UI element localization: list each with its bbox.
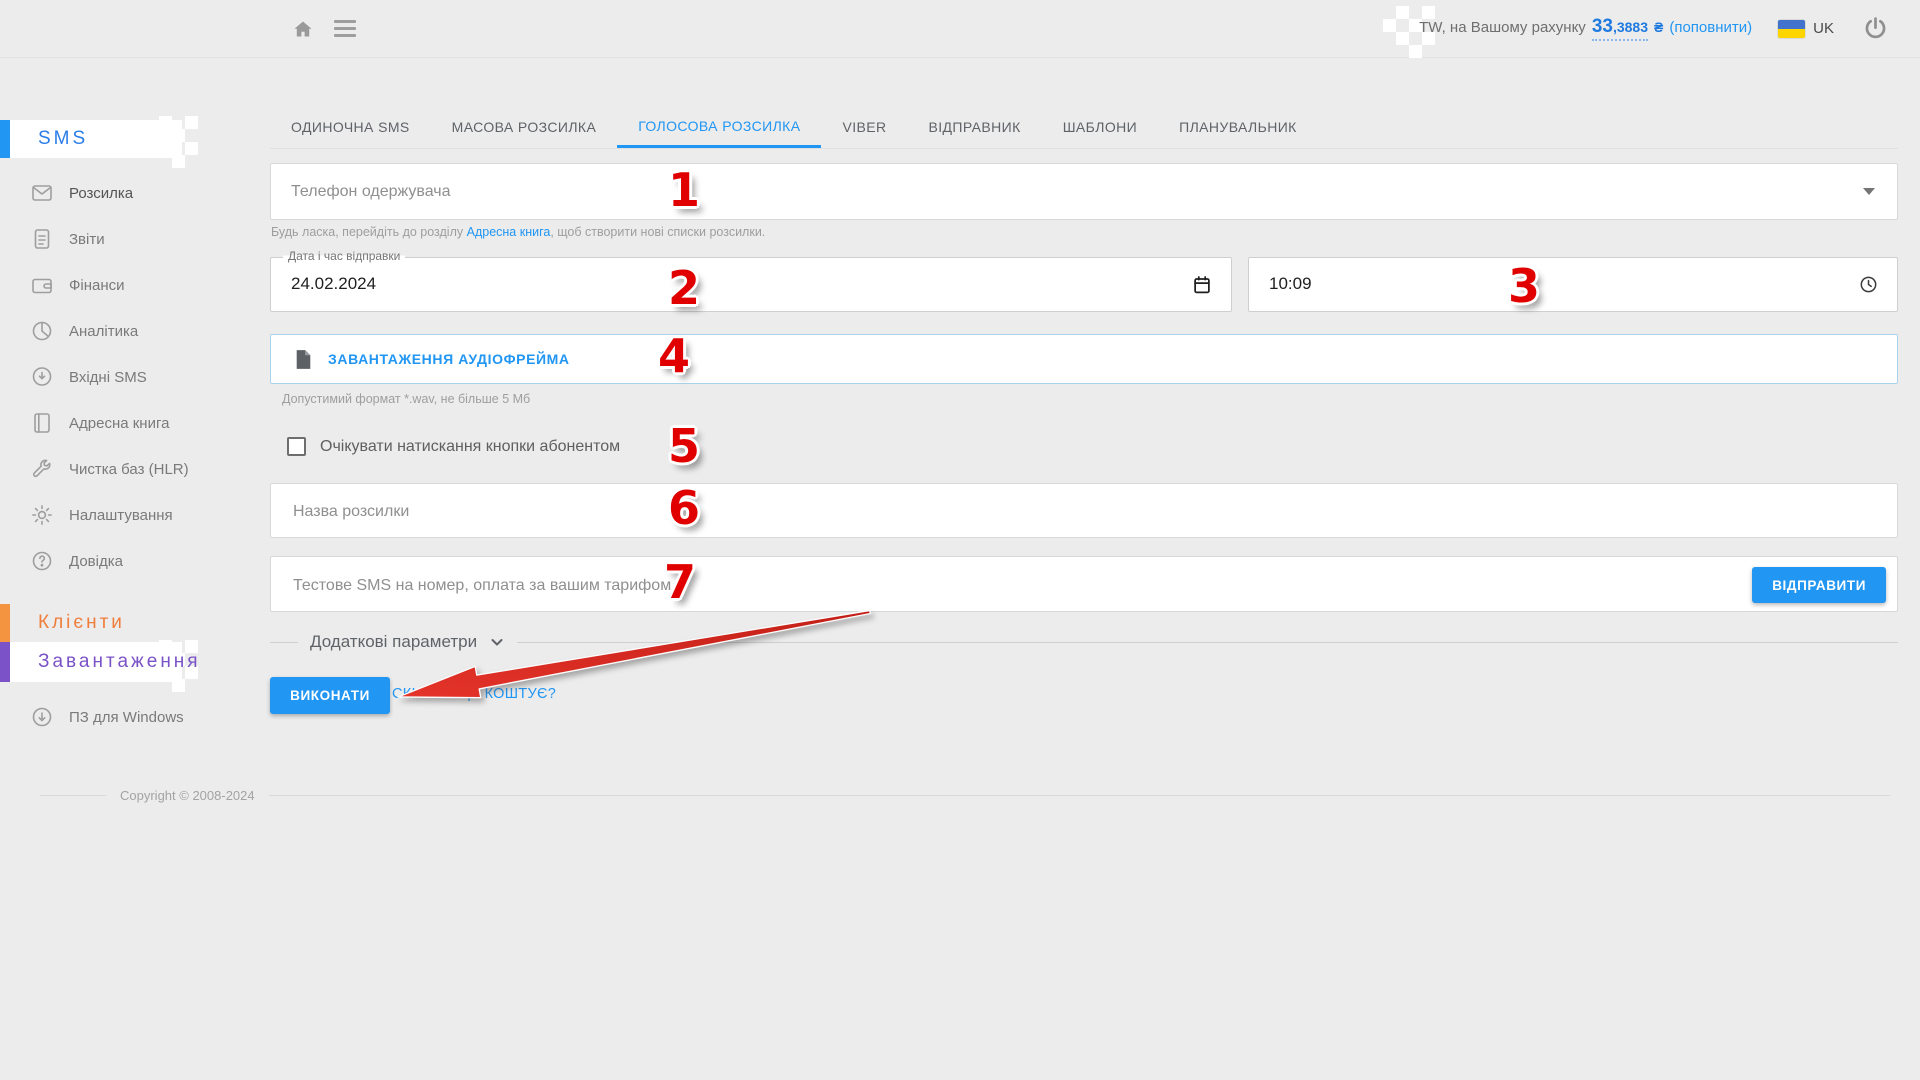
step-badge-5: 5: [668, 424, 700, 468]
copyright-text: Copyright © 2008-2024: [120, 788, 255, 803]
tab-planuvalnyk[interactable]: ПЛАНУВАЛЬНИК: [1158, 107, 1318, 148]
language-label: UK: [1813, 20, 1834, 37]
section-label: Клієнти: [0, 612, 125, 634]
account-area: TW, на Вашому рахунку 33,3883 ₴ (поповни…: [1419, 0, 1890, 57]
sidebar-item-label: ПЗ для Windows: [69, 709, 184, 726]
sidebar-item-label: Фінанси: [69, 277, 125, 294]
recipient-hint: Будь ласка, перейдіть до розділу Адресна…: [271, 225, 765, 239]
tab-shablony[interactable]: ШАБЛОНИ: [1042, 107, 1158, 148]
tab-masova-rozsylka[interactable]: МАСОВА РОЗСИЛКА: [431, 107, 618, 148]
section-label: Завантаження: [0, 651, 201, 673]
address-book-link[interactable]: Адресна книга: [467, 225, 551, 239]
step-badge-6: 6: [668, 486, 700, 530]
wallet-icon: [30, 273, 54, 297]
execute-button[interactable]: ВИКОНАТИ: [270, 677, 390, 714]
send-test-button[interactable]: ВІДПРАВИТИ: [1752, 567, 1886, 603]
sidebar-item-label: Налаштування: [69, 507, 173, 524]
sidebar-item-windows-software[interactable]: ПЗ для Windows: [30, 702, 215, 732]
app-root: TW, на Вашому рахунку 33,3883 ₴ (поповни…: [0, 0, 1920, 1080]
datetime-group-label: Дата і час відправки: [283, 249, 405, 263]
sidebar-item-label: Розсилка: [69, 185, 133, 202]
recipient-phone-placeholder: Телефон одержувача: [291, 183, 450, 201]
sidebar-item-zvity[interactable]: Звіти: [30, 224, 215, 254]
language-selector[interactable]: UK: [1778, 20, 1834, 38]
step-badge-4: 4: [658, 334, 690, 378]
report-icon: [30, 227, 54, 251]
home-button[interactable]: [288, 14, 318, 44]
tab-golosova-rozsylka[interactable]: ГОЛОСОВА РОЗСИЛКА: [617, 107, 821, 148]
topup-link[interactable]: (поповнити): [1669, 19, 1752, 36]
help-icon: [30, 549, 54, 573]
section-label: SMS: [0, 128, 88, 150]
sidebar-item-dovidka[interactable]: Довідка: [30, 546, 215, 576]
sidebar-section-clients[interactable]: Клієнти: [0, 604, 200, 642]
inbox-message-icon: [30, 365, 54, 389]
campaign-name-field: [270, 483, 1898, 538]
download-icon: [30, 705, 54, 729]
date-input[interactable]: Дата і час відправки 24.02.2024: [270, 257, 1232, 312]
chevron-down-icon: [1863, 188, 1875, 195]
logout-button[interactable]: [1860, 14, 1890, 44]
balance-prefix: TW, на Вашому рахунку: [1419, 19, 1586, 36]
sidebar-section-sms[interactable]: SMS: [0, 120, 200, 158]
date-value: 24.02.2024: [291, 274, 376, 294]
balance: TW, на Вашому рахунку 33,3883 ₴ (поповни…: [1419, 16, 1752, 41]
upload-hint: Допустимий формат *.wav, не більше 5 Мб: [282, 392, 530, 406]
top-bar: TW, на Вашому рахунку 33,3883 ₴ (поповни…: [0, 0, 1920, 58]
sidebar-item-vhidni-sms[interactable]: Вхідні SMS: [30, 362, 215, 392]
sidebar-item-adresna-knyga[interactable]: Адресна книга: [30, 408, 215, 438]
pie-chart-icon: [30, 319, 54, 343]
balance-amount[interactable]: 33,3883: [1592, 16, 1648, 41]
step-badge-3: 3: [1508, 264, 1540, 308]
sidebar-item-label: Довідка: [69, 553, 123, 570]
upload-audio-label: ЗАВАНТАЖЕННЯ АУДІОФРЕЙМА: [328, 351, 570, 367]
sidebar-item-analityka[interactable]: Аналітика: [30, 316, 215, 346]
sidebar-item-nalashtuvannya[interactable]: Налаштування: [30, 500, 215, 530]
sidebar-item-label: Адресна книга: [69, 415, 169, 432]
tab-bar: ОДИНОЧНА SMS МАСОВА РОЗСИЛКА ГОЛОСОВА РО…: [270, 107, 1898, 149]
step-badge-2: 2: [668, 266, 700, 310]
sidebar-item-label: Звіти: [69, 231, 105, 248]
power-icon: [1862, 15, 1889, 42]
gear-icon: [30, 503, 54, 527]
currency-symbol: ₴: [1654, 19, 1663, 35]
ukraine-flag-icon: [1778, 20, 1805, 38]
envelope-icon: [30, 181, 54, 205]
file-icon: [295, 349, 312, 370]
sidebar-item-label: Чистка баз (HLR): [69, 461, 189, 478]
wait-keypress-checkbox[interactable]: [287, 437, 306, 456]
tab-odynochna-sms[interactable]: ОДИНОЧНА SMS: [270, 107, 431, 148]
recipient-phone-select[interactable]: Телефон одержувача: [270, 163, 1898, 220]
wait-keypress-label: Очікувати натискання кнопки абонентом: [320, 438, 620, 456]
sidebar-section-downloads[interactable]: Завантаження: [0, 642, 200, 682]
copyright: Copyright © 2008-2024: [40, 788, 1890, 803]
step-badge-1: 1: [668, 168, 700, 212]
time-value: 10:09: [1269, 274, 1312, 294]
wrench-icon: [30, 457, 54, 481]
sidebar-item-label: Вхідні SMS: [69, 369, 147, 386]
upload-audio-button[interactable]: ЗАВАНТАЖЕННЯ АУДІОФРЕЙМА: [270, 334, 1898, 384]
tab-vidpravnyk[interactable]: ВІДПРАВНИК: [908, 107, 1042, 148]
sidebar-item-label: Аналітика: [69, 323, 138, 340]
campaign-name-input[interactable]: [291, 498, 1495, 526]
clock-icon[interactable]: [1858, 274, 1879, 295]
address-book-icon: [30, 411, 54, 435]
hamburger-menu-button[interactable]: [332, 15, 358, 41]
tab-viber[interactable]: VIBER: [821, 107, 907, 148]
home-icon: [291, 17, 315, 41]
calendar-icon[interactable]: [1191, 274, 1213, 296]
sidebar-item-chystka-baz[interactable]: Чистка баз (HLR): [30, 454, 215, 484]
red-arrow-annotation: [380, 595, 892, 717]
sidebar-item-rozsylka[interactable]: Розсилка: [30, 178, 215, 208]
time-input[interactable]: 10:09: [1248, 257, 1898, 312]
sidebar-item-finansy[interactable]: Фінанси: [30, 270, 215, 300]
